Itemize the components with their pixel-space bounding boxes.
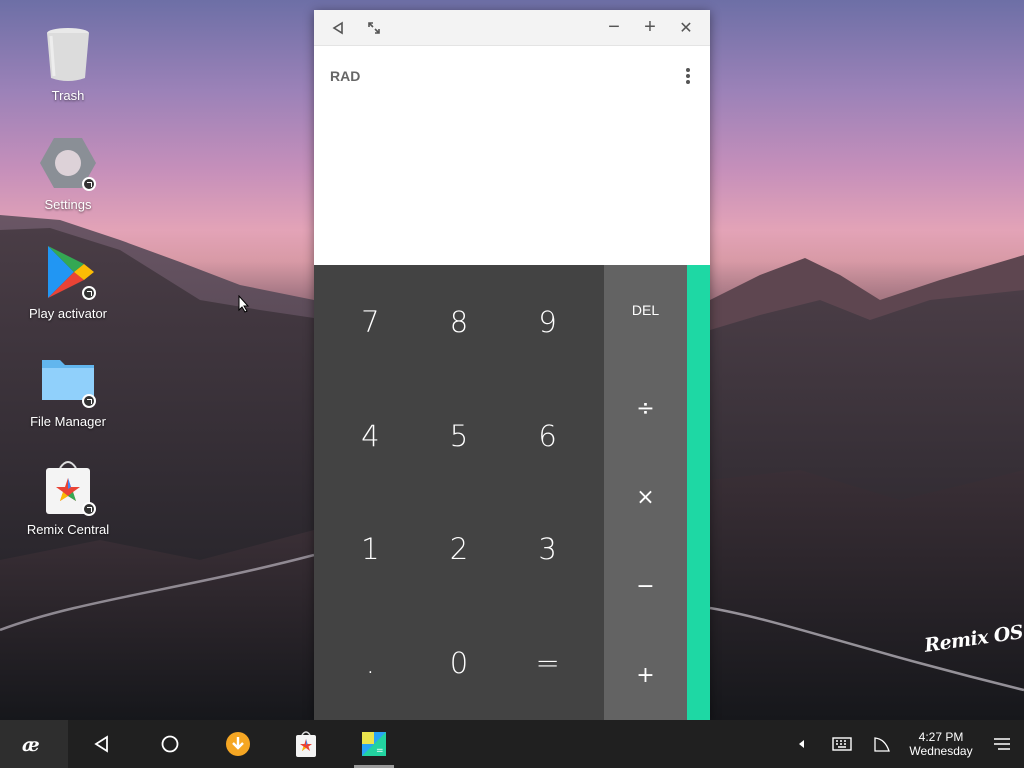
back-button[interactable] — [320, 10, 356, 46]
keyboard-icon — [832, 737, 852, 751]
advanced-panel-handle[interactable] — [687, 265, 710, 720]
keyboard-button[interactable] — [822, 720, 862, 768]
resize-icon — [368, 21, 380, 34]
key-3[interactable]: 3 — [503, 493, 592, 607]
nav-home-button[interactable] — [136, 720, 204, 768]
key-0[interactable]: 0 — [415, 606, 504, 720]
mouse-cursor-icon — [238, 295, 250, 313]
window-titlebar[interactable]: − + ✕ — [314, 10, 710, 46]
notification-center-button[interactable] — [980, 720, 1024, 768]
calculator-keypad: 7 8 9 4 5 6 1 2 3 . 0 = DEL ÷ × − + — [314, 265, 710, 720]
menu-dot-icon — [686, 80, 690, 84]
key-1[interactable]: 1 — [326, 493, 415, 607]
close-icon: ✕ — [679, 19, 693, 37]
nav-back-button[interactable] — [68, 720, 136, 768]
angle-mode-label: RAD — [330, 68, 361, 84]
play-store-icon — [38, 242, 98, 302]
desktop-icon-file-manager[interactable]: File Manager — [8, 350, 128, 429]
desktop-icon-label: Trash — [51, 88, 85, 103]
svg-text:æ: æ — [22, 734, 40, 754]
key-4[interactable]: 4 — [326, 379, 415, 493]
settings-icon — [38, 133, 98, 193]
back-icon — [94, 735, 108, 753]
shortcut-badge-icon — [82, 394, 96, 408]
digit-pad: 7 8 9 4 5 6 1 2 3 . 0 = — [314, 265, 604, 720]
key-8[interactable]: 8 — [415, 265, 504, 379]
operator-pad: DEL ÷ × − + — [604, 265, 687, 720]
overflow-menu-button[interactable] — [680, 66, 696, 86]
divide-button[interactable]: ÷ — [604, 364, 687, 453]
multiply-button[interactable]: × — [604, 453, 687, 542]
subtract-button[interactable]: − — [604, 542, 687, 631]
remix-start-icon: æ — [22, 734, 40, 754]
signal-button[interactable] — [862, 720, 902, 768]
menu-dot-icon — [686, 74, 690, 78]
key-6[interactable]: 6 — [503, 379, 592, 493]
desktop-icon-play-activator[interactable]: Play activator — [8, 242, 128, 321]
calculator-window[interactable]: − + ✕ RAD 7 8 9 4 5 6 1 2 3 . 0 = DEL ÷ … — [314, 10, 710, 720]
taskbar-app-remix-central[interactable] — [272, 720, 340, 768]
shortcut-badge-icon — [82, 286, 96, 300]
taskbar-app-calculator[interactable]: = — [340, 720, 408, 768]
resize-mode-button[interactable] — [356, 10, 392, 46]
home-circle-icon — [161, 735, 179, 753]
desktop-icon-remix-central[interactable]: Remix Central — [8, 458, 128, 537]
taskbar-app-downloader[interactable] — [204, 720, 272, 768]
shortcut-badge-icon — [82, 502, 96, 516]
menu-dot-icon — [686, 68, 690, 72]
clock-time: 4:27 PM — [918, 730, 964, 744]
caret-left-icon — [799, 740, 804, 748]
key-9[interactable]: 9 — [503, 265, 592, 379]
remix-central-icon — [296, 731, 316, 757]
minimize-button[interactable]: − — [596, 10, 632, 46]
desktop-icon-label: File Manager — [30, 414, 106, 429]
desktop-icon-label: Settings — [44, 197, 92, 212]
system-tray: 4:27 PM Wednesday — [782, 720, 1024, 768]
desktop-icon-label: Play activator — [28, 306, 108, 321]
svg-text:=: = — [376, 746, 384, 756]
shortcut-badge-icon — [82, 177, 96, 191]
back-triangle-icon — [332, 21, 343, 34]
taskbar: æ = 4:27 PM Wednesday — [0, 720, 1024, 768]
calculator-display: RAD — [314, 46, 710, 265]
delete-button[interactable]: DEL — [604, 265, 687, 364]
folder-icon — [38, 350, 98, 410]
menu-lines-icon — [994, 738, 1010, 750]
remix-central-icon — [38, 458, 98, 518]
calculator-app-icon: = — [362, 732, 386, 756]
add-button[interactable]: + — [604, 631, 687, 720]
desktop-icon-label: Remix Central — [26, 522, 110, 537]
key-2[interactable]: 2 — [415, 493, 504, 607]
key-5[interactable]: 5 — [415, 379, 504, 493]
key-decimal[interactable]: . — [326, 606, 415, 720]
key-7[interactable]: 7 — [326, 265, 415, 379]
key-equals[interactable]: = — [503, 606, 592, 720]
taskbar-clock[interactable]: 4:27 PM Wednesday — [902, 730, 980, 758]
desktop-icon-trash[interactable]: Trash — [8, 24, 128, 103]
trash-icon — [38, 24, 98, 84]
maximize-icon: + — [644, 16, 656, 38]
clock-day: Wednesday — [909, 744, 973, 758]
signal-icon — [874, 737, 890, 752]
desktop-icon-settings[interactable]: Settings — [8, 133, 128, 212]
close-button[interactable]: ✕ — [668, 10, 704, 46]
download-app-icon — [226, 732, 250, 756]
start-menu-button[interactable]: æ — [0, 720, 68, 768]
minimize-icon: − — [608, 16, 620, 38]
tray-expand-button[interactable] — [782, 720, 822, 768]
maximize-button[interactable]: + — [632, 10, 668, 46]
